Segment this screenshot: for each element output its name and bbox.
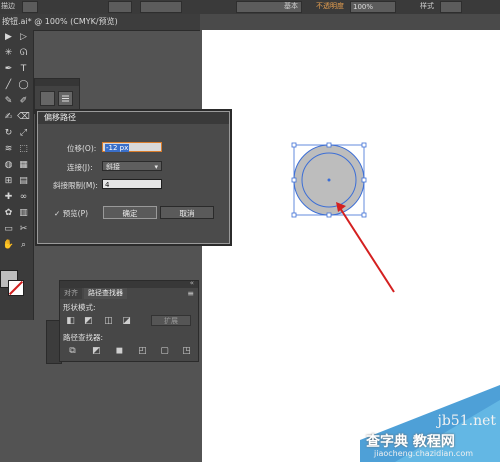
artboard-tool-icon[interactable]: ▭ — [2, 224, 15, 235]
layers-icon[interactable] — [40, 91, 55, 106]
merge-icon[interactable]: ◼ — [115, 347, 124, 356]
checkmark-icon: ✓ — [54, 209, 61, 218]
offset-field[interactable]: -12 px — [102, 142, 162, 152]
tab-pathfinder[interactable]: 路径查找器 — [84, 288, 127, 299]
minus-front-icon[interactable]: ◩ — [84, 317, 93, 326]
lasso-icon[interactable]: ᘏ — [17, 48, 30, 59]
shape-modes-label: 形状模式: — [63, 303, 96, 312]
watermark-site: jb51.net — [437, 413, 497, 429]
appearance-mini-panel — [34, 78, 80, 114]
trim-icon[interactable]: ◩ — [92, 347, 101, 356]
watermark-brand: 查字典 教程网 — [366, 434, 455, 450]
pathfinder-panel: « 对齐 路径查找器 ≡ 形状模式: ◧ ◩ ◫ ◪ 扩展 路径查找器: ⧉ ◩… — [59, 279, 199, 362]
slice-tool-icon[interactable]: ✂ — [17, 224, 30, 235]
miter-limit-label: 斜接限制(M): — [53, 181, 98, 190]
eyedropper-icon[interactable]: ✚ — [2, 192, 15, 203]
dialog-title-bar[interactable]: 偏移路径 — [38, 112, 229, 124]
scale-tool-icon[interactable]: ⤢ — [17, 128, 30, 139]
watermark: jb51.net 查字典 教程网 jiaocheng.chazidian.com — [360, 385, 500, 462]
magic-wand-icon[interactable]: ✳ — [2, 48, 15, 59]
crop-icon[interactable]: ◰ — [138, 347, 147, 356]
pathfinders-label: 路径查找器: — [63, 333, 104, 342]
collapse-icon[interactable]: « — [190, 279, 194, 287]
watermark-url: jiaocheng.chazidian.com — [374, 449, 474, 458]
mesh-tool-icon[interactable]: ⊞ — [2, 176, 15, 187]
preview-label: 预览(P) — [62, 209, 89, 218]
handle-bottom-right — [361, 212, 367, 218]
pathfinder-panel-header[interactable]: « — [60, 279, 198, 288]
eraser-icon[interactable]: ⌫ — [17, 112, 30, 123]
offset-path-dialog: 偏移路径 位移(O): -12 px 连接(J): 斜接 斜接限制(M): 4 … — [37, 111, 230, 244]
join-label: 连接(J): — [67, 163, 93, 172]
line-tool-icon[interactable]: ╱ — [2, 80, 15, 91]
minus-back-icon[interactable]: ◳ — [182, 347, 191, 356]
pen-tool-icon[interactable]: ✒ — [2, 64, 15, 75]
intersect-icon[interactable]: ◫ — [104, 317, 113, 326]
free-transform-icon[interactable]: ⬚ — [17, 144, 30, 155]
divide-icon[interactable]: ⧉ — [68, 347, 77, 356]
handle-left — [291, 177, 297, 183]
perspective-grid-icon[interactable]: ▦ — [17, 160, 30, 171]
handle-bottom-left — [291, 212, 297, 218]
unite-icon[interactable]: ◧ — [66, 317, 75, 326]
miter-limit-field[interactable]: 4 — [102, 179, 162, 189]
cancel-button[interactable]: 取消 — [160, 206, 214, 219]
join-select[interactable]: 斜接 — [102, 161, 162, 172]
menu-lines-icon[interactable] — [58, 91, 73, 106]
offset-value: -12 px — [105, 144, 130, 152]
selection-tool-icon[interactable]: ▶ — [2, 32, 15, 43]
toolbox: ▶ ▷ ✳ ᘏ ✒ T ╱ ◯ ✎ ✐ ✍ ⌫ ↻ ⤢ ≋ ⬚ ◍ ▦ ⊞ ▤ ✚ ∞ ✿ ▥ ▭ ✂ ✋ ⌕ — [0, 30, 34, 320]
selected-circle[interactable] — [291, 142, 367, 218]
ok-button[interactable]: 确定 — [103, 206, 157, 219]
width-tool-icon[interactable]: ≋ — [2, 144, 15, 155]
exclude-icon[interactable]: ◪ — [122, 317, 131, 326]
offset-label: 位移(O): — [67, 144, 97, 153]
handle-top-left — [291, 142, 297, 148]
zoom-tool-icon[interactable]: ⌕ — [17, 240, 30, 251]
handle-bottom — [326, 212, 332, 218]
ellipse-tool-icon[interactable]: ◯ — [17, 80, 30, 91]
shape-builder-icon[interactable]: ◍ — [2, 160, 15, 171]
paintbrush-icon[interactable]: ✎ — [2, 96, 15, 107]
handle-top-right — [361, 142, 367, 148]
hand-tool-icon[interactable]: ✋ — [2, 240, 15, 251]
mini-panel-header[interactable] — [35, 79, 79, 86]
blend-tool-icon[interactable]: ∞ — [17, 192, 30, 203]
pencil-icon[interactable]: ✐ — [17, 96, 30, 107]
tab-align[interactable]: 对齐 — [60, 288, 82, 299]
stroke-color-box[interactable] — [8, 280, 24, 296]
panel-menu-icon[interactable]: ≡ — [187, 289, 194, 298]
outline-icon[interactable]: ▢ — [160, 347, 169, 356]
rotate-tool-icon[interactable]: ↻ — [2, 128, 15, 139]
preview-checkbox[interactable]: ✓ 预览(P) — [54, 208, 88, 219]
expand-button[interactable]: 扩展 — [151, 315, 191, 326]
direct-selection-tool-icon[interactable]: ▷ — [17, 32, 30, 43]
center-point — [327, 178, 331, 182]
arrow-to-circle — [339, 207, 395, 293]
gradient-tool-icon[interactable]: ▤ — [17, 176, 30, 187]
dialog-title: 偏移路径 — [44, 113, 76, 122]
handle-top — [326, 142, 332, 148]
blob-brush-icon[interactable]: ✍ — [2, 112, 15, 123]
handle-right — [361, 177, 367, 183]
column-graph-icon[interactable]: ▥ — [17, 208, 30, 219]
symbol-sprayer-icon[interactable]: ✿ — [2, 208, 15, 219]
type-tool-icon[interactable]: T — [17, 64, 30, 75]
